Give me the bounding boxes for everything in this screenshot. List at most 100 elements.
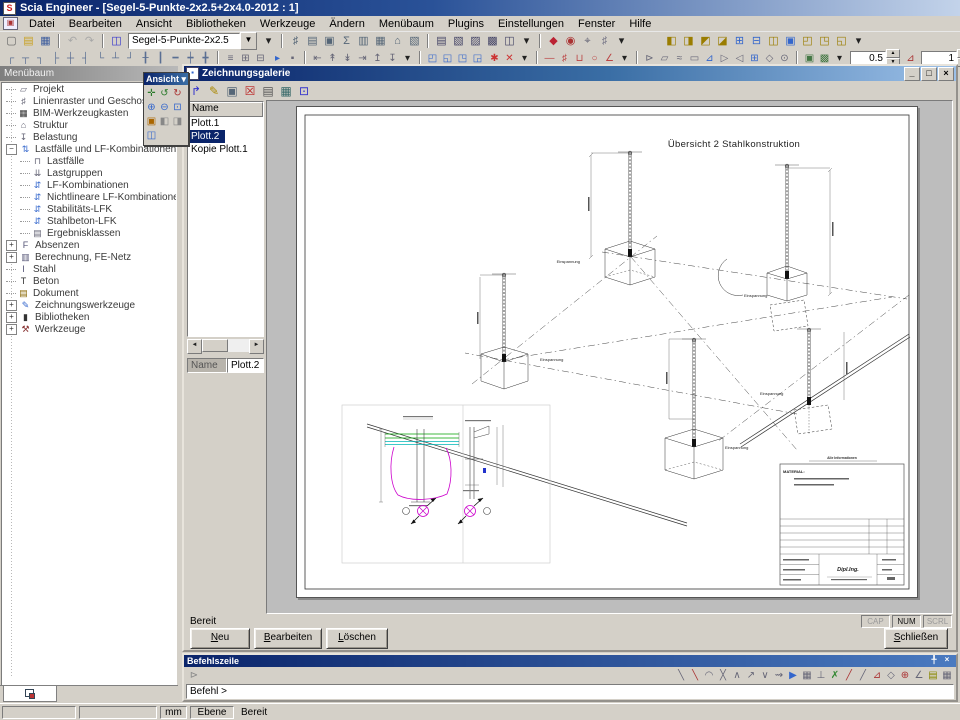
toolbar-menu-arrow-icon[interactable]: ▾ [181,73,186,85]
close-gallery-button[interactable]: Schließen [884,628,948,649]
haunch-icon[interactable]: └ [93,51,108,66]
snap-midpoint-icon[interactable]: ╲ [688,669,702,683]
corner-tr-icon[interactable]: ◳ [816,34,833,49]
command-input[interactable]: Befehl > [186,684,954,699]
output-more-icon[interactable]: ▾ [518,34,535,49]
tree-expander-icon[interactable]: + [6,300,17,311]
tree-item-lastgruppen[interactable]: ⇊Lastgruppen [2,167,176,179]
gallery-item-plott-1[interactable]: Plott.1 [188,117,263,130]
scroll-thumb[interactable] [202,339,228,352]
zoom-out-icon[interactable]: ⊖ [158,101,171,115]
new-button[interactable]: Neu [190,628,250,649]
minimize-button[interactable]: _ [904,67,920,81]
fullscreen-preview-icon[interactable]: ⊡ [295,83,313,99]
tree-item-nichtlineare-lf-kombinationen[interactable]: ⇵Nichtlineare LF-Kombinationen [2,191,176,203]
load-panel-icon[interactable]: ━ [168,51,183,66]
project-combo-arrow-icon[interactable]: ▼ [240,32,257,50]
snap-extension-icon[interactable]: ⇝ [772,669,786,683]
document-export-icon[interactable]: ◫ [501,34,518,49]
tree-item-stahlbeton-lfk[interactable]: ⇵Stahlbeton-LFK [2,215,176,227]
tree-expander-icon[interactable]: + [6,312,17,323]
plate-icon[interactable]: ┐ [33,51,48,66]
scroll-left-icon[interactable]: ◄ [187,339,202,354]
tree-item-dokument[interactable]: ▤Dokument [2,287,176,299]
gallery-item-plott-2[interactable]: Plott.2 [188,130,225,143]
menu-men-baum[interactable]: Menübaum [372,17,441,31]
window-cascade-icon[interactable]: ⊟ [748,34,765,49]
tree-item-stabilit-ts-lfk[interactable]: ⇵Stabilitäts-LFK [2,203,176,215]
node-icon[interactable]: ┘ [123,51,138,66]
gallery-title-bar[interactable]: ▪ Zeichnungsgalerie _□× [184,66,956,81]
print-plot-icon[interactable]: ▤ [259,83,277,99]
view-x-icon[interactable]: ◧ [663,34,680,49]
pin-structure-icon[interactable]: ⌖ [579,34,596,49]
tree-expander-icon[interactable]: + [6,252,17,263]
status-plane[interactable]: Ebene XY [190,706,234,719]
copy-doc-icon[interactable]: ▣ [321,34,338,49]
new-icon[interactable]: ▢ [3,34,20,49]
print-preview-icon[interactable]: ▧ [450,34,467,49]
tree-item-lf-kombinationen[interactable]: ⇵LF-Kombinationen [2,179,176,191]
hinge-icon[interactable]: ╂ [138,51,153,66]
grid-snap-icon[interactable]: ▦ [800,669,814,683]
zoom-window-icon[interactable]: ⊡ [171,101,184,115]
snap-node-icon[interactable]: ✗ [828,669,842,683]
corner-tl-icon[interactable]: ◰ [799,34,816,49]
tree-expander-icon[interactable]: − [6,144,17,155]
menu-werkzeuge[interactable]: Werkzeuge [253,17,322,31]
scroll-track[interactable] [202,339,249,352]
copy-plot-icon[interactable]: ▣ [223,83,241,99]
zoom-in-icon[interactable]: ⊕ [145,101,158,115]
view-z-icon[interactable]: ◩ [697,34,714,49]
snap-point-icon[interactable]: ╱ [856,669,870,683]
zoom-all-icon[interactable]: ▣ [145,115,158,129]
menu-ndern[interactable]: Ändern [322,17,371,31]
zoom-doc-icon[interactable]: ◉ [562,34,579,49]
edit-button[interactable]: Bearbeiten [254,628,322,649]
sum-icon[interactable]: Σ [338,34,355,49]
command-panel-title[interactable]: Befehlszeile ╀× [184,655,956,667]
menu-einstellungen[interactable]: Einstellungen [491,17,571,31]
section-icon[interactable]: ▧ [406,34,423,49]
view-toolbar-title[interactable]: Ansicht ▾ [144,73,188,85]
snap-intersection-icon[interactable]: ╳ [716,669,730,683]
menu-plugins[interactable]: Plugins [441,17,491,31]
menu-hilfe[interactable]: Hilfe [622,17,658,31]
project-combo-value[interactable]: Segel-5-Punkte-2x2.5 [128,33,240,49]
edit-plot-icon[interactable]: ✎ [205,83,223,99]
tools-more-icon[interactable]: ▾ [613,34,630,49]
delete-plot-icon[interactable]: ☒ [241,83,259,99]
arbitrary-beam-icon[interactable]: ┴ [108,51,123,66]
snap-mid2-icon[interactable]: ◇ [884,669,898,683]
maximize-button[interactable]: □ [921,67,937,81]
menu-ansicht[interactable]: Ansicht [129,17,179,31]
tree-item-stahl[interactable]: IStahl [2,263,176,275]
frame-view-icon[interactable]: ⌂ [389,34,406,49]
beam-icon[interactable]: ┌ [3,51,18,66]
tree-item-bibliotheken[interactable]: +▮Bibliotheken [2,311,176,323]
delete-button[interactable]: Löschen [326,628,388,649]
corner-bl-icon[interactable]: ◱ [833,34,850,49]
document-view-icon[interactable]: ▤ [304,34,321,49]
view-axo-icon[interactable]: ◪ [714,34,731,49]
tree-item-zeichnungswerkzeuge[interactable]: +✎Zeichnungswerkzeuge [2,299,176,311]
plot-list-header[interactable]: Name [188,102,263,117]
window-single-icon[interactable]: ▣ [782,34,799,49]
cursor-snap-icon[interactable]: ▶ [786,669,800,683]
snap-endpoint-icon[interactable]: ╲ [674,669,688,683]
support-icon[interactable]: ┃ [153,51,168,66]
picture-gallery-icon[interactable]: ▨ [467,34,484,49]
snap-tangent-icon[interactable]: ↗ [744,669,758,683]
snap-center-icon[interactable]: ⊕ [898,669,912,683]
view-next-icon[interactable]: ◨ [171,115,184,129]
menu-datei[interactable]: Datei [22,17,62,31]
ortho-mode-icon[interactable]: ⊥ [814,669,828,683]
export-plot-icon[interactable]: ▦ [277,83,295,99]
print-icon[interactable]: ▤ [433,34,450,49]
scroll-right-icon[interactable]: ► [249,339,264,354]
clip-box-icon[interactable]: ♯ [596,34,613,49]
send-to-document-icon[interactable]: ↱ [187,83,205,99]
tree-expander-icon[interactable]: + [6,324,17,335]
image-export-icon[interactable]: ▩ [484,34,501,49]
wall-icon[interactable]: ├ [48,51,63,66]
